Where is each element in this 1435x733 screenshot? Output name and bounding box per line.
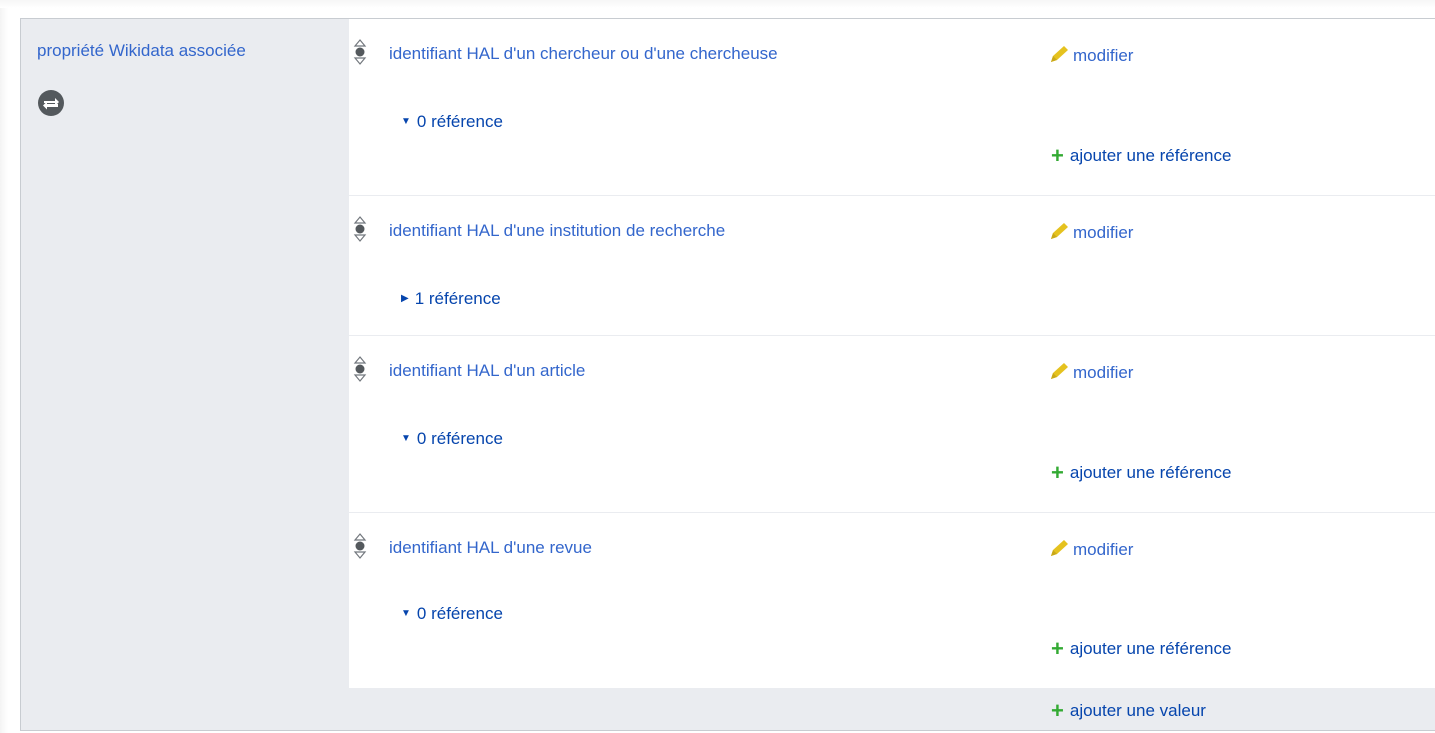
edit-button[interactable]: modifier (1047, 221, 1133, 243)
statement-value-link[interactable]: identifiant HAL d'un article (389, 361, 585, 381)
edit-label: modifier (1073, 540, 1134, 559)
plus-icon: + (1051, 636, 1064, 661)
references-toggle[interactable]: ▼ 0 référence (401, 604, 503, 624)
add-reference-button[interactable]: + ajouter une référence (1051, 143, 1232, 168)
edit-button[interactable]: modifier (1047, 538, 1133, 560)
add-value-button[interactable]: + ajouter une valeur (1051, 698, 1206, 723)
caret-down-icon: ▼ (401, 608, 411, 619)
references-count-label: 1 référence (414, 289, 501, 308)
references-count-label: 0 référence (416, 604, 503, 623)
pencil-icon (1051, 363, 1068, 379)
pencil-icon (1051, 46, 1068, 62)
plus-icon: + (1051, 698, 1064, 723)
rank-selector-icon[interactable] (353, 533, 367, 559)
plus-icon: + (1051, 460, 1064, 485)
pencil-icon (1051, 223, 1068, 239)
statement-value-link[interactable]: identifiant HAL d'un chercheur ou d'une … (389, 44, 778, 64)
statement: identifiant HAL d'un chercheur ou d'une … (349, 19, 1435, 196)
statement: identifiant HAL d'une institution de rec… (349, 196, 1435, 336)
add-reference-label: ajouter une référence (1069, 639, 1232, 658)
statement: identifiant HAL d'une revue modifier ▼ 0 … (349, 513, 1435, 688)
page: propriété Wikidata associée identifiant … (0, 0, 1435, 733)
statement-value-link[interactable]: identifiant HAL d'une revue (389, 538, 592, 558)
references-count-label: 0 référence (416, 429, 503, 448)
rank-selector-icon[interactable] (353, 216, 367, 242)
rank-selector-icon[interactable] (353, 356, 367, 382)
plus-icon: + (1051, 143, 1064, 168)
statement-list: identifiant HAL d'un chercheur ou d'une … (349, 19, 1435, 688)
edit-label: modifier (1073, 223, 1134, 242)
add-reference-button[interactable]: + ajouter une référence (1051, 460, 1232, 485)
references-count-label: 0 référence (416, 112, 503, 131)
top-edge-shadow (0, 0, 1435, 8)
add-reference-label: ajouter une référence (1069, 146, 1232, 165)
references-toggle[interactable]: ▼ 0 référence (401, 429, 503, 449)
references-toggle[interactable]: ▶ 1 référence (401, 289, 501, 309)
statement-value-link[interactable]: identifiant HAL d'une institution de rec… (389, 221, 725, 241)
statement-group: propriété Wikidata associée identifiant … (20, 18, 1435, 731)
rank-selector-icon[interactable] (353, 39, 367, 65)
add-reference-label: ajouter une référence (1069, 463, 1232, 482)
pencil-icon (1051, 540, 1068, 556)
edit-label: modifier (1073, 363, 1134, 382)
references-toggle[interactable]: ▼ 0 référence (401, 112, 503, 132)
left-edge-shadow (0, 0, 8, 733)
wikidata-sync-icon (38, 90, 64, 116)
edit-label: modifier (1073, 46, 1134, 65)
edit-button[interactable]: modifier (1047, 361, 1133, 383)
caret-down-icon: ▼ (401, 433, 411, 444)
add-reference-button[interactable]: + ajouter une référence (1051, 636, 1232, 661)
caret-down-icon: ▼ (401, 116, 411, 127)
property-label-link[interactable]: propriété Wikidata associée (37, 41, 246, 61)
statement: identifiant HAL d'un article modifier ▼ 0… (349, 336, 1435, 513)
add-value-label: ajouter une valeur (1069, 701, 1206, 720)
edit-button[interactable]: modifier (1047, 44, 1133, 66)
caret-right-icon: ▶ (401, 293, 409, 304)
